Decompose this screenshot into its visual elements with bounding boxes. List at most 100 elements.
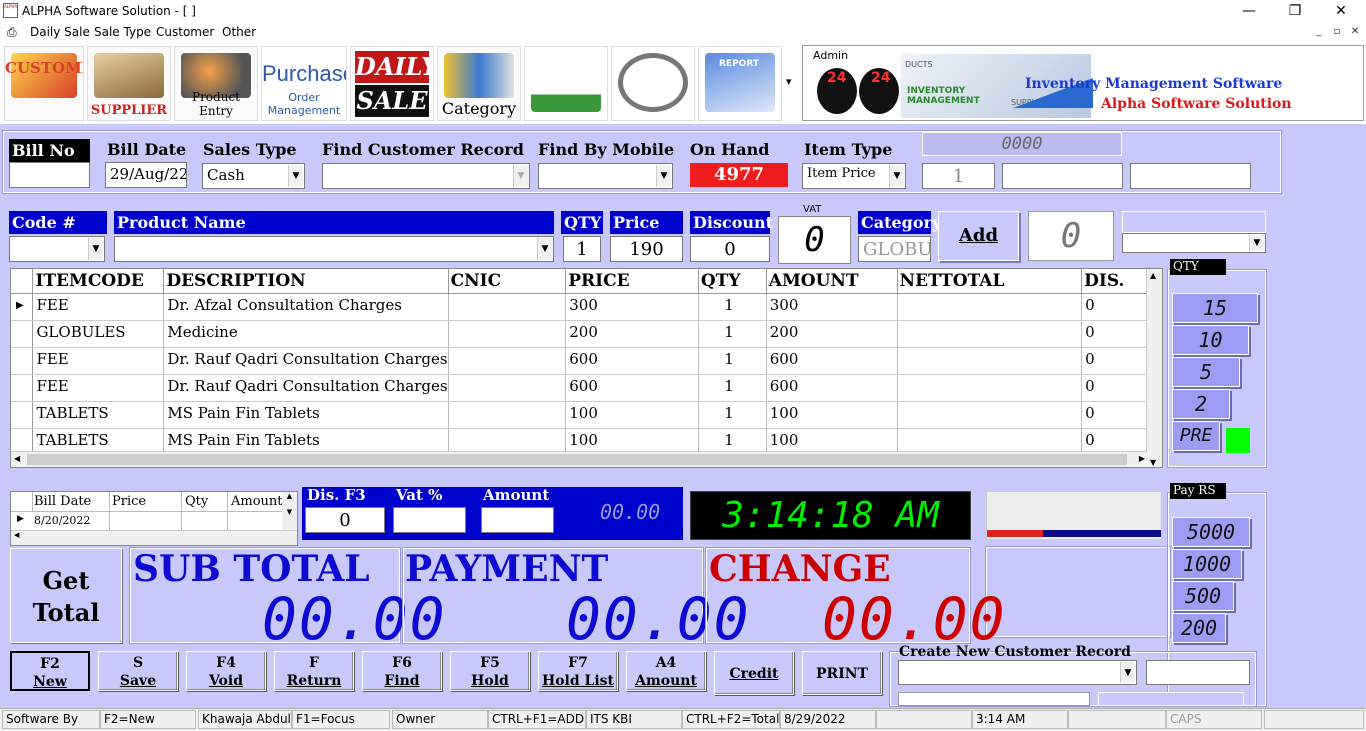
cell-price[interactable]: 600 xyxy=(565,374,699,402)
cell-desc[interactable]: Dr. Afzal Consultation Charges xyxy=(163,293,449,321)
cell-amount[interactable]: 600 xyxy=(766,374,898,402)
history-grid[interactable]: Bill Date Price Qty Amount ▶ 8/20/2022 ▲… xyxy=(10,491,298,546)
cell-code[interactable]: GLOBULES xyxy=(32,320,165,348)
scroll-left-icon[interactable]: ◀ xyxy=(14,454,20,463)
print-button[interactable]: PRINT xyxy=(802,651,882,695)
cell-qty[interactable]: 1 xyxy=(698,293,767,321)
maximize-button[interactable]: ❐ xyxy=(1280,2,1310,20)
fkey-void-button[interactable]: F4 Void xyxy=(186,651,266,691)
cell-net[interactable] xyxy=(897,401,1083,429)
cell-code[interactable]: TABLETS xyxy=(32,401,165,429)
table-row[interactable]: FEE Dr. Rauf Qadri Consultation Charges 60… xyxy=(11,374,1162,402)
cell-desc[interactable]: Medicine xyxy=(163,320,449,348)
price-input[interactable]: 190 xyxy=(610,236,683,262)
counter-box[interactable]: 1 xyxy=(922,163,995,189)
cell-qty[interactable]: 1 xyxy=(698,401,767,429)
cell-code[interactable]: FEE xyxy=(32,374,165,402)
row-header[interactable] xyxy=(11,374,34,402)
scroll-thumb[interactable] xyxy=(27,454,1127,465)
dis-f3-input[interactable]: 0 xyxy=(305,507,385,533)
menu-other[interactable]: Other xyxy=(222,25,256,39)
cell-cnic[interactable] xyxy=(448,374,567,402)
cell-amount[interactable]: 300 xyxy=(766,293,898,321)
row-header[interactable] xyxy=(11,320,34,348)
product-entry-button[interactable]: Product Entry xyxy=(174,46,258,121)
col-itemcode[interactable]: ITEMCODE xyxy=(32,269,165,294)
menu-sale-type[interactable]: Sale Type xyxy=(94,25,151,39)
row-header[interactable] xyxy=(11,401,34,429)
minimize-button[interactable]: — xyxy=(1234,2,1264,20)
close-button[interactable]: ✕ xyxy=(1326,2,1356,20)
history-vscrollbar[interactable]: ▲ ▼ xyxy=(282,492,297,530)
qty-5-button[interactable]: 5 xyxy=(1172,357,1240,387)
fkey-save-button[interactable]: S Save xyxy=(98,651,178,691)
scroll-down-icon[interactable]: ▼ xyxy=(1150,458,1156,467)
fkey-hold-list-button[interactable]: F7 Hold List xyxy=(538,651,618,691)
col-nettotal[interactable]: NETTOTAL xyxy=(897,269,1083,294)
code-select[interactable]: ▼ xyxy=(9,236,105,262)
cell-amount[interactable]: 100 xyxy=(766,401,898,429)
qty-15-button[interactable]: 15 xyxy=(1172,293,1258,323)
sales-type-select[interactable]: Cash ▼ xyxy=(202,163,305,189)
bill-no-input[interactable] xyxy=(9,162,90,188)
header-box-3[interactable] xyxy=(1130,163,1251,189)
create-customer-field-3[interactable] xyxy=(1098,692,1244,706)
get-total-button[interactable]: Get Total xyxy=(10,548,122,643)
cell-net[interactable] xyxy=(897,320,1083,348)
grid-hscrollbar[interactable]: ◀ ▶ xyxy=(11,451,1148,467)
col-cnic[interactable]: CNIC xyxy=(448,269,567,294)
daily-sale-button[interactable]: DAILY SALE xyxy=(350,46,434,121)
cell-cnic[interactable] xyxy=(448,320,567,348)
cell-code[interactable]: FEE xyxy=(32,293,165,321)
purchase-button[interactable]: Purchase Order Management xyxy=(261,46,347,121)
table-row[interactable]: TABLETSMS Pain Fin Tablets10011000 xyxy=(11,401,1162,429)
report-button[interactable]: REPORT xyxy=(698,46,782,121)
table-row[interactable]: FEE Dr. Rauf Qadri Consultation Charges 60… xyxy=(11,347,1162,375)
cell-cnic[interactable] xyxy=(448,401,567,429)
discount-input[interactable]: 0 xyxy=(690,236,770,262)
cell-amount[interactable]: 200 xyxy=(766,320,898,348)
mdi-close-button[interactable]: ✕ xyxy=(1347,25,1363,39)
col-price[interactable]: PRICE xyxy=(565,269,699,294)
table-row[interactable]: ▶ FEE Dr. Afzal Consultation Charges 300 1 30… xyxy=(11,293,1162,321)
mdi-minimize-button[interactable]: _ xyxy=(1311,25,1327,39)
add-button[interactable]: Add xyxy=(938,211,1019,261)
menu-customer[interactable]: Customer xyxy=(156,25,214,39)
create-customer-field-2[interactable] xyxy=(898,692,1090,706)
cell-net[interactable] xyxy=(897,374,1083,402)
find-mobile-select[interactable]: ▼ xyxy=(538,163,673,189)
customer-button[interactable]: CUSTOMER xyxy=(4,46,84,121)
item-type-select[interactable]: Item Price ▼ xyxy=(802,163,906,189)
toolbar-more-arrow[interactable]: ▾ xyxy=(786,75,792,88)
cell-qty[interactable]: 1 xyxy=(698,347,767,375)
header-box-2[interactable] xyxy=(1002,163,1123,189)
find-customer-select[interactable]: ▼ xyxy=(322,163,530,189)
pay-5000-button[interactable]: 5000 xyxy=(1172,517,1250,547)
cell-amount[interactable]: 600 xyxy=(766,347,898,375)
cell-price[interactable]: 200 xyxy=(565,320,699,348)
cell-cnic[interactable] xyxy=(448,347,567,375)
cell-cnic[interactable] xyxy=(448,293,567,321)
cell-price[interactable]: 600 xyxy=(565,347,699,375)
cell-net[interactable] xyxy=(897,347,1083,375)
cell-price[interactable]: 300 xyxy=(565,293,699,321)
entry-extra-select[interactable]: ▼ xyxy=(1122,233,1266,253)
cell-qty[interactable]: 1 xyxy=(698,374,767,402)
grid-vscrollbar[interactable]: ▲ ▼ xyxy=(1146,269,1162,467)
col-description[interactable]: DESCRIPTION xyxy=(163,269,449,294)
fkey-amount-button[interactable]: A4 Amount xyxy=(626,651,706,691)
fkey-hold-button[interactable]: F5 Hold xyxy=(450,651,530,691)
cell-net[interactable] xyxy=(897,293,1083,321)
row-header[interactable]: ▶ xyxy=(11,293,34,321)
cell-desc[interactable]: MS Pain Fin Tablets xyxy=(163,401,449,429)
qty-pre-button[interactable]: PRE xyxy=(1172,421,1220,451)
menu-daily-sale[interactable]: Daily Sale xyxy=(30,25,90,39)
table-row[interactable]: GLOBULES Medicine 200 1 200 0 xyxy=(11,320,1162,348)
category-button[interactable]: Category xyxy=(437,46,521,121)
cell-qty[interactable]: 1 xyxy=(698,320,767,348)
chart-button[interactable] xyxy=(524,46,608,121)
col-qty[interactable]: QTY xyxy=(698,269,767,294)
fkey-return-button[interactable]: F Return xyxy=(274,651,354,691)
fkey-new-button[interactable]: F2 New xyxy=(10,651,90,691)
qty-10-button[interactable]: 10 xyxy=(1172,325,1249,355)
